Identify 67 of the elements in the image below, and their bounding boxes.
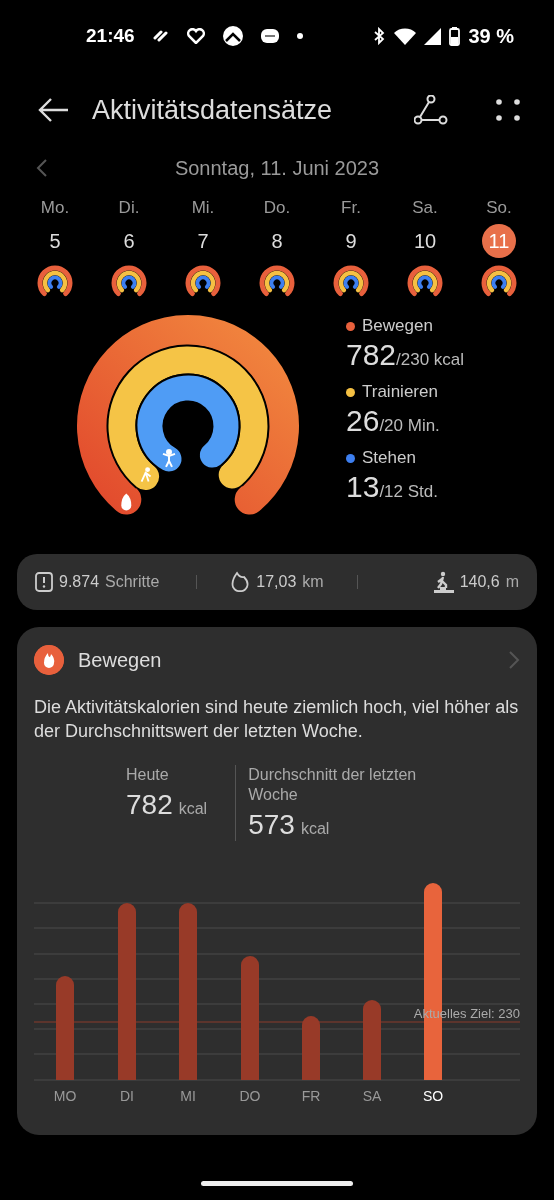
activity-description: Die Aktivitätskalorien sind heute ziemlich hoch, viel höher als der Durchschnittswert der letzten Woche. (34, 696, 520, 743)
date-label: Sonntag, 11. Juni 2023 (174, 156, 380, 180)
figure-label: Durchschnitt der letzten Woche (248, 765, 418, 805)
activity-rings-icon (332, 264, 370, 298)
axis-label: MO (53, 1088, 77, 1104)
activity-rings-icon (406, 264, 444, 298)
day-button[interactable]: 10 (408, 224, 442, 258)
card-title: Bewegen (78, 648, 162, 672)
activity-rings-icon (110, 264, 148, 298)
metric-goal: /230 kcal (396, 350, 465, 370)
figure-unit: kcal (300, 820, 330, 838)
metric-goal: /12 Std. (379, 482, 438, 502)
clock-time: 21:46 (86, 25, 135, 47)
mountain-icon (222, 26, 243, 46)
weekday-label: Di. (118, 198, 140, 218)
flame-icon (34, 645, 64, 675)
stat-unit: km (302, 573, 324, 591)
activity-rings-icon (258, 264, 296, 298)
axis-label: FR (301, 1088, 321, 1104)
metric-value: 782 (346, 338, 397, 372)
weekday-label: Sa. (412, 198, 438, 218)
stat-value: 140,6 (459, 573, 500, 591)
legend-label: Bewegen (362, 316, 433, 336)
previous-day-button[interactable] (36, 158, 48, 178)
day-button[interactable]: 7 (186, 224, 220, 258)
axis-label: MI (180, 1088, 196, 1104)
weekday-label: So. (486, 198, 512, 218)
wifi-icon (394, 27, 417, 45)
metric-value: 13 (346, 470, 380, 504)
stat-value: 9.874 (59, 573, 100, 591)
dot-icon (296, 33, 303, 39)
activity-rings-icon (480, 264, 518, 298)
axis-label: SA (362, 1088, 382, 1104)
weekday-label: Mo. (40, 198, 70, 218)
wave-icon (152, 30, 169, 42)
legend-label: Trainieren (362, 382, 438, 402)
activity-rings-icon (184, 264, 222, 298)
figure-value: 782 (126, 789, 173, 821)
stair-climber-icon (433, 571, 454, 593)
figure-label: Heute (126, 765, 170, 785)
bluetooth-icon (372, 27, 387, 45)
page-title: Aktivitätsdatensätze (92, 94, 333, 126)
weekday-label: Mi. (191, 198, 215, 218)
activity-rings-icon (36, 264, 74, 298)
weekday-label: Do. (263, 198, 291, 218)
weekday-label: Fr. (341, 198, 361, 218)
day-button[interactable]: 9 (334, 224, 368, 258)
stat-unit: m (505, 573, 519, 591)
app-icon (260, 29, 279, 43)
axis-label: SO (422, 1088, 444, 1104)
battery-icon (449, 26, 461, 46)
battery-level: 39 % (468, 24, 514, 48)
heart-icon (186, 28, 205, 44)
drop-icon (230, 571, 251, 593)
metric-value: 26 (346, 404, 380, 438)
metric-goal: /20 Min. (379, 416, 440, 436)
day-button[interactable]: 6 (112, 224, 146, 258)
axis-label: DI (120, 1088, 134, 1104)
axis-label: DO (239, 1088, 261, 1104)
signal-icon (424, 27, 442, 45)
stat-unit: Schritte (105, 573, 160, 591)
day-button[interactable]: 8 (260, 224, 294, 258)
stat-value: 17,03 (256, 573, 297, 591)
figure-value: 573 (248, 809, 295, 841)
figure-unit: kcal (178, 800, 208, 818)
day-button[interactable]: 5 (38, 224, 72, 258)
legend-label: Stehen (362, 448, 416, 468)
